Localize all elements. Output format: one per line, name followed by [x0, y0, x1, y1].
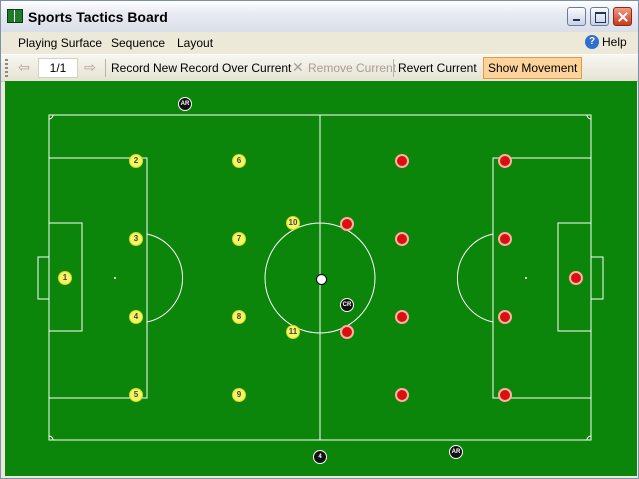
home-player-token[interactable]: 1 [58, 271, 72, 285]
home-player-token[interactable]: 3 [129, 232, 143, 246]
ball[interactable] [316, 274, 327, 285]
menu-bar: Playing Surface Sequence Layout ? Help [1, 32, 638, 54]
app-icon [7, 9, 23, 23]
away-player-token[interactable] [395, 310, 409, 324]
away-player-token[interactable] [498, 232, 512, 246]
window-title: Sports Tactics Board [28, 9, 168, 25]
home-player-token[interactable]: 2 [129, 154, 143, 168]
revert-current-button[interactable]: Revert Current [398, 61, 477, 75]
away-player-token[interactable] [569, 271, 583, 285]
app-window: Sports Tactics Board Playing Surface Seq… [0, 0, 639, 479]
center-referee-token[interactable]: CR [340, 298, 354, 312]
help-button[interactable]: ? Help [585, 35, 627, 49]
home-player-token[interactable]: 8 [232, 310, 246, 324]
home-player-token[interactable]: 9 [232, 388, 246, 402]
help-icon: ? [585, 35, 599, 49]
title-bar[interactable]: Sports Tactics Board [1, 1, 638, 32]
next-arrow-icon[interactable]: ⇨ [81, 60, 99, 74]
previous-arrow-icon[interactable]: ⇦ [15, 60, 33, 74]
away-player-token[interactable] [498, 310, 512, 324]
away-player-token[interactable] [395, 388, 409, 402]
home-player-token[interactable]: 10 [286, 216, 300, 230]
away-player-token[interactable] [498, 154, 512, 168]
home-player-token[interactable]: 11 [286, 325, 300, 339]
toolbar-separator [105, 59, 106, 77]
minimize-button[interactable] [567, 7, 586, 26]
away-player-token[interactable] [395, 232, 409, 246]
menu-sequence[interactable]: Sequence [111, 36, 165, 50]
pitch-board[interactable]: 1 2 3 4 5 6 7 8 9 10 11 AR CR 4 AR [5, 81, 637, 476]
assistant-referee-token[interactable]: AR [449, 445, 463, 459]
menu-playing-surface[interactable]: Playing Surface [18, 36, 102, 50]
page-indicator: 1/1 [38, 58, 78, 78]
toolbar: ⇦ 1/1 ⇨ Record New Record Over Current ✕… [1, 54, 638, 82]
close-button[interactable] [613, 7, 632, 26]
away-player-token[interactable] [395, 154, 409, 168]
remove-current-button[interactable]: Remove Current [308, 61, 396, 75]
fourth-official-token[interactable]: 4 [313, 450, 327, 464]
away-player-token[interactable] [340, 217, 354, 231]
show-movement-button[interactable]: Show Movement [483, 57, 583, 79]
toolbar-grip[interactable] [5, 59, 8, 77]
help-label: Help [602, 35, 627, 49]
record-new-button[interactable]: Record New [111, 61, 177, 75]
home-player-token[interactable]: 4 [129, 310, 143, 324]
assistant-referee-token[interactable]: AR [178, 97, 192, 111]
home-player-token[interactable]: 5 [129, 388, 143, 402]
home-player-token[interactable]: 7 [232, 232, 246, 246]
away-player-token[interactable] [498, 388, 512, 402]
home-player-token[interactable]: 6 [232, 154, 246, 168]
menu-layout[interactable]: Layout [177, 36, 213, 50]
toolbar-separator [393, 59, 394, 77]
maximize-button[interactable] [590, 7, 609, 26]
remove-x-icon: ✕ [292, 59, 304, 75]
record-over-current-button[interactable]: Record Over Current [180, 61, 291, 75]
away-player-token[interactable] [340, 325, 354, 339]
